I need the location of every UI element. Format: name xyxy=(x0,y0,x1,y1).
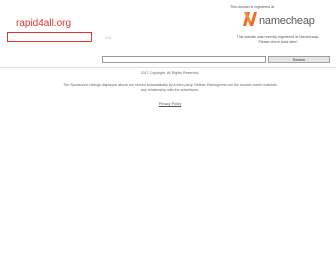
registration-message-line: Please check back later! xyxy=(258,40,298,44)
namecheap-logo[interactable]: namecheap xyxy=(242,11,332,29)
search-button[interactable]: Search xyxy=(268,56,330,63)
copyright-text: 2017 Copyright. All Rights Reserved. xyxy=(140,71,200,75)
registrar-note: This domain is registered at xyxy=(230,5,275,9)
registration-message: This domain was recently registered at N… xyxy=(228,35,328,45)
logo-text: namecheap xyxy=(259,15,315,27)
domain-title: rapid4all.org xyxy=(16,18,72,29)
search-bar: Search xyxy=(102,56,330,64)
disclaimer-line: any relationship with the advertisers. xyxy=(140,88,200,92)
domain-title-field[interactable] xyxy=(7,32,92,42)
faded-keyword: KAL xyxy=(105,35,113,40)
namecheap-n-icon xyxy=(243,12,257,26)
privacy-policy-link[interactable]: Privacy Policy xyxy=(159,102,181,106)
search-input[interactable] xyxy=(102,56,266,63)
divider xyxy=(0,67,336,68)
disclaimer-text: The Sponsored Listings displayed above a… xyxy=(60,83,280,93)
footer: 2017 Copyright. All Rights Reserved. The… xyxy=(60,71,280,106)
